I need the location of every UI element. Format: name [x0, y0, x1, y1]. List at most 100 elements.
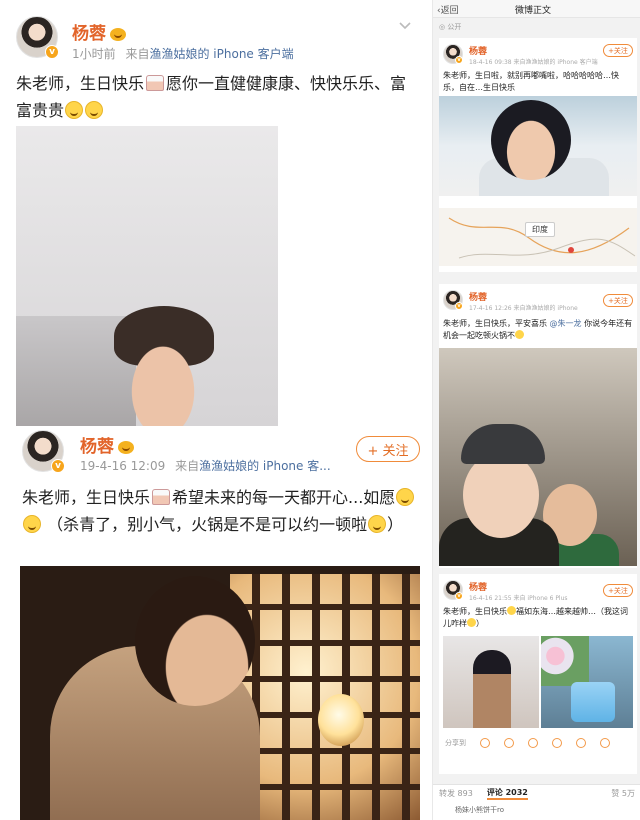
back-button[interactable]: ‹返回	[437, 3, 459, 16]
qq-share-icon[interactable]	[528, 738, 538, 748]
post2-text-d: ）	[387, 515, 404, 534]
verified-badge-icon: v	[51, 459, 65, 473]
post2-author-row: 杨蓉	[80, 432, 134, 457]
photo-glass-orb-shape	[318, 694, 364, 746]
card2-text-a: 朱老师，生日快乐，平安喜乐	[443, 319, 547, 328]
left-feed: v 杨蓉 1小时前 来自渔渔姑娘的 iPhone 客户端 朱老师，生日快乐 愿你一…	[0, 0, 432, 820]
card3-text: 朱老师，生日快乐 福如东海…越来越帅…（我这词儿咋样）	[443, 606, 635, 630]
post1-source-prefix: 来自	[125, 47, 150, 61]
card2-photo[interactable]	[439, 348, 637, 566]
card3-follow-button[interactable]: +关注	[603, 584, 633, 597]
photo-face-shape	[463, 452, 539, 538]
share-label: 分享到	[445, 739, 466, 747]
follow-button[interactable]: + 关注	[356, 436, 420, 462]
photo-figure-shape	[473, 650, 511, 728]
tab-like[interactable]: 赞 5万	[611, 788, 635, 799]
tab-repost[interactable]: 转发 893	[439, 788, 473, 799]
card3-text-a: 朱老师，生日快乐	[443, 607, 507, 616]
post2-avatar[interactable]: v	[22, 430, 65, 473]
grin-emoji-icon	[396, 488, 415, 506]
post1-time: 1小时前	[72, 47, 116, 61]
card2-text: 朱老师，生日快乐，平安喜乐 @朱一龙 你说今年还有机会一起吃顿火锅不	[443, 318, 635, 342]
post2-photo[interactable]	[20, 566, 420, 820]
card3-name[interactable]: 杨蓉	[469, 580, 487, 593]
moments-share-icon[interactable]	[504, 738, 514, 748]
post2-text-a: 朱老师，生日快乐	[22, 488, 151, 507]
photo-flowers-shape	[541, 636, 589, 686]
card3-avatar[interactable]: v	[443, 580, 463, 600]
favorite-share-icon[interactable]	[576, 738, 586, 748]
post2-meta: 19-4-16 12:09 来自渔渔姑娘的 iPhone 客...	[80, 457, 331, 474]
post1-meta: 1小时前 来自渔渔姑娘的 iPhone 客户端	[72, 45, 294, 62]
post2-date: 19-4-16 12:09	[80, 459, 166, 473]
smile-emoji-icon	[515, 330, 524, 339]
card1-photo[interactable]	[439, 96, 637, 196]
grin-emoji-icon	[23, 515, 41, 533]
verified-badge-icon: v	[45, 45, 59, 59]
post1-source-link[interactable]: 渔渔姑娘的 iPhone 客户端	[149, 47, 293, 61]
post2-source-link[interactable]: 渔渔姑娘的 iPhone 客...	[199, 459, 331, 473]
verified-badge-icon: v	[455, 56, 463, 64]
map-label: 印度	[525, 222, 555, 237]
visibility-label: ◎ 公开	[439, 22, 461, 32]
weibo-card-2: v 杨蓉 17-4-16 12:26 来自渔渔姑娘的 iPhone +关注 朱老…	[439, 284, 637, 568]
smile-emoji-icon	[467, 618, 476, 627]
card1-text: 朱老师，生日啦，就别再嘟嘴啦，哈哈哈哈哈…快乐，自在…生日快乐	[443, 71, 619, 92]
member-crown-icon	[110, 28, 126, 41]
shy-emoji-icon	[368, 515, 387, 533]
cake-emoji-icon	[152, 489, 171, 505]
globe-icon: ◎	[439, 23, 446, 31]
card1-location-map[interactable]: 印度	[439, 208, 637, 266]
more-share-icon[interactable]	[600, 738, 610, 748]
card3-photo-left[interactable]	[443, 636, 539, 728]
card1-name[interactable]: 杨蓉	[469, 44, 487, 57]
post2-author-name[interactable]: 杨蓉	[80, 437, 114, 457]
smile-emoji-icon	[85, 101, 104, 119]
photo-head-shape	[491, 100, 571, 180]
card2-avatar[interactable]: v	[443, 290, 463, 310]
post1-text: 朱老师，生日快乐 愿你一直健健康康、快快乐乐、富富贵贵	[16, 70, 421, 124]
comment-preview: 杨妹小熊饼干ro	[433, 802, 640, 820]
weibo-card-3: v 杨蓉 16-4-16 21:55 来自 iPhone 6 Plus +关注 …	[439, 574, 637, 774]
card3-photo-right[interactable]	[541, 636, 633, 728]
card1-meta: 18-4-16 09:38 来自渔渔姑娘的 iPhone 客户端	[469, 59, 598, 66]
right-weibo-screenshots: ‹返回 微博正文 ◎ 公开 v 杨蓉 18-4-16 09:38 来自渔渔姑娘的…	[432, 0, 640, 820]
card2-follow-button[interactable]: +关注	[603, 294, 633, 307]
qzone-share-icon[interactable]	[552, 738, 562, 748]
card3-meta: 16-4-16 21:55 来自 iPhone 6 Plus	[469, 595, 568, 602]
weibo-card-1: v 杨蓉 18-4-16 09:38 来自渔渔姑娘的 iPhone 客户端 +关…	[439, 38, 637, 272]
post1-photo[interactable]	[16, 126, 278, 426]
photo-cake-shape	[571, 682, 615, 722]
smile-emoji-icon	[65, 101, 84, 119]
photo-cap-shape	[461, 424, 545, 464]
card1-avatar[interactable]: v	[443, 44, 463, 64]
share-bar: 分享到	[439, 734, 637, 752]
card3-text-c: ）	[476, 619, 484, 628]
mention-link[interactable]: @朱一龙	[550, 319, 582, 328]
chevron-down-icon[interactable]	[398, 18, 412, 32]
post1-author-name[interactable]: 杨蓉	[72, 24, 106, 44]
photo-face-shape	[121, 331, 205, 426]
post1-avatar[interactable]: v	[16, 16, 59, 59]
wechat-share-icon[interactable]	[480, 738, 490, 748]
post2-text: 朱老师，生日快乐 希望未来的每一天都开心...如愿 （杀青了，别小气，火锅是不是可…	[22, 484, 422, 538]
post2-text-c: （杀青了，别小气，火锅是不是可以约一顿啦	[47, 515, 368, 534]
tab-comment[interactable]: 评论 2032	[486, 787, 528, 800]
post1-author-row: 杨蓉	[72, 19, 126, 44]
map-roads-icon	[448, 217, 636, 259]
photo-head-shape	[135, 576, 255, 706]
visibility-text: 公开	[447, 23, 462, 31]
weibo-topbar: ‹返回 微博正文	[433, 0, 640, 18]
member-crown-icon	[118, 441, 134, 454]
cake-emoji-icon	[507, 606, 516, 615]
verified-badge-icon: v	[455, 302, 463, 310]
verified-badge-icon: v	[455, 592, 463, 600]
card1-follow-button[interactable]: +关注	[603, 44, 633, 57]
card2-meta: 17-4-16 12:26 来自渔渔姑娘的 iPhone	[469, 305, 578, 312]
post2-text-b: 希望未来的每一天都开心...如愿	[172, 488, 396, 507]
post2-source-prefix: 来自	[175, 459, 200, 473]
post1-text-a: 朱老师，生日快乐	[16, 74, 145, 93]
stats-tabs: 转发 893 评论 2032 赞 5万	[433, 784, 640, 802]
topbar-title: 微博正文	[515, 6, 552, 16]
card2-name[interactable]: 杨蓉	[469, 290, 487, 303]
